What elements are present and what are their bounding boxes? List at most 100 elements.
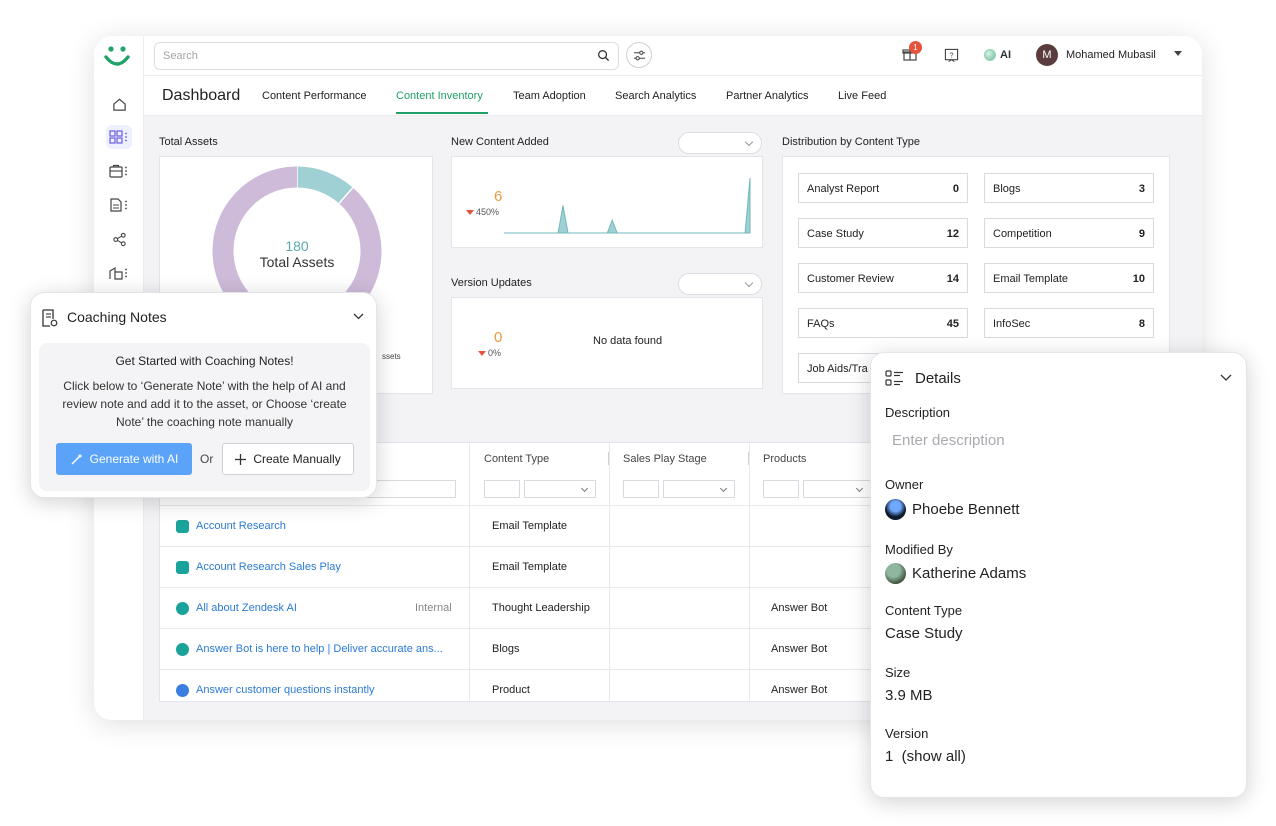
coaching-notes-card: Coaching Notes Get Started with Coaching… — [30, 292, 377, 498]
dashboard-icon[interactable] — [106, 125, 132, 149]
asset-title-link[interactable]: Answer Bot is here to help | Deliver acc… — [196, 643, 458, 655]
distribution-count: 9 — [1138, 228, 1145, 240]
document-icon[interactable] — [106, 193, 132, 217]
down-arrow-icon — [466, 210, 474, 216]
generate-with-ai-label: Generate with AI — [89, 452, 179, 466]
version-value[interactable]: 1 (show all) — [885, 748, 966, 765]
version-updates-panel: 0 0% No data found — [451, 297, 763, 389]
ai-toggle[interactable]: AI — [984, 49, 1011, 61]
ai-orb-icon — [984, 49, 996, 61]
table-row[interactable]: Account Research Email Template — [160, 505, 880, 546]
briefcase-icon[interactable] — [106, 159, 132, 183]
modified-by-name[interactable]: Katherine Adams — [912, 565, 1026, 582]
new-content-value: 6 — [494, 188, 503, 205]
distribution-label: InfoSec — [993, 318, 1031, 330]
distribution-count: 12 — [946, 228, 959, 240]
building-icon[interactable] — [106, 261, 132, 285]
table-row[interactable]: All about Zendesk AI Internal Thought Le… — [160, 587, 880, 628]
distribution-item[interactable]: Case Study 12 — [798, 218, 968, 248]
distribution-count: 14 — [946, 273, 959, 285]
table-row[interactable]: Answer customer questions instantly Prod… — [160, 669, 880, 710]
version-updates-change: 0% — [478, 348, 501, 358]
distribution-item[interactable]: Analyst Report 0 — [798, 173, 968, 203]
sales-play-filter-select[interactable] — [663, 480, 735, 498]
sliders-icon — [633, 50, 645, 60]
filter-settings-button[interactable] — [626, 42, 652, 68]
header-separator — [608, 452, 609, 465]
asset-title-link[interactable]: All about Zendesk AI — [196, 602, 408, 614]
products-filter-select[interactable] — [803, 480, 871, 498]
distribution-label: Customer Review — [807, 273, 894, 285]
donut-segment-0[interactable] — [296, 166, 353, 204]
version-updates-period-dropdown[interactable] — [678, 273, 762, 295]
asset-title-link[interactable]: Account Research Sales Play — [196, 561, 458, 573]
no-data-message: No data found — [593, 335, 663, 347]
app-logo[interactable] — [102, 42, 132, 72]
asset-title-link[interactable]: Account Research — [196, 520, 458, 532]
header-content-type[interactable]: Content Type — [484, 453, 549, 465]
chevron-down-icon[interactable] — [1220, 374, 1232, 382]
coaching-empty-state: Get Started with Coaching Notes! Click b… — [39, 343, 370, 491]
size-value: 3.9 MB — [885, 687, 933, 704]
coaching-description: Click below to ‘Generate Note’ with the … — [62, 379, 347, 429]
description-input[interactable]: Enter description — [892, 432, 1005, 449]
create-manually-label: Create Manually — [253, 452, 341, 466]
distribution-count: 8 — [1138, 318, 1145, 330]
content-type-label: Content Type — [885, 603, 963, 618]
asset-title-link[interactable]: Answer customer questions instantly — [196, 684, 458, 696]
distribution-title: Distribution by Content Type — [782, 136, 920, 148]
distribution-label: Competition — [993, 228, 1052, 240]
tab-content-performance[interactable]: Content Performance — [262, 90, 367, 102]
distribution-item[interactable]: Blogs 3 — [984, 173, 1154, 203]
tab-search-analytics[interactable]: Search Analytics — [615, 90, 696, 102]
tab-live-feed[interactable]: Live Feed — [838, 90, 886, 102]
owner-label: Owner — [885, 477, 924, 492]
new-content-panel: 6 450% — [451, 156, 763, 248]
donut-legend-fragment: ssets — [382, 352, 401, 361]
search-icon[interactable] — [597, 49, 610, 62]
dashboard-nav: Dashboard Content Performance Content In… — [144, 76, 1202, 116]
tab-partner-analytics[interactable]: Partner Analytics — [726, 90, 809, 102]
header-products[interactable]: Products — [763, 453, 806, 465]
home-icon[interactable] — [106, 92, 132, 116]
content-type-value: Case Study — [885, 625, 963, 642]
distribution-item[interactable]: FAQs 45 — [798, 308, 968, 338]
distribution-item[interactable]: Competition 9 — [984, 218, 1154, 248]
distribution-item[interactable]: InfoSec 8 — [984, 308, 1154, 338]
header-sales-play-stage[interactable]: Sales Play Stage — [623, 453, 707, 465]
coaching-heading: Get Started with Coaching Notes! — [115, 354, 294, 368]
distribution-item[interactable]: Email Template 10 — [984, 263, 1154, 293]
details-list-icon — [885, 370, 903, 386]
create-manually-button[interactable]: Create Manually — [222, 443, 354, 475]
user-name[interactable]: Mohamed Mubasil — [1066, 49, 1156, 61]
owner-name[interactable]: Phoebe Bennett — [912, 501, 1020, 518]
details-title: Details — [915, 370, 961, 387]
products-filter-operator[interactable] — [763, 480, 799, 498]
version-updates-title: Version Updates — [451, 277, 532, 289]
search-input[interactable]: Search — [154, 42, 619, 70]
new-content-area-chart — [504, 177, 751, 234]
notification-badge: 1 — [909, 41, 922, 54]
or-separator: Or — [200, 452, 214, 466]
table-row[interactable]: Answer Bot is here to help | Deliver acc… — [160, 628, 880, 669]
globe-icon — [176, 643, 189, 656]
total-assets-label: Total Assets — [259, 254, 335, 270]
chevron-down-icon[interactable] — [353, 313, 364, 320]
help-icon[interactable]: ? — [944, 48, 959, 63]
new-content-period-dropdown[interactable] — [678, 132, 762, 154]
ai-label: AI — [1000, 49, 1011, 61]
tab-content-inventory[interactable]: Content Inventory — [396, 90, 483, 102]
active-tab-indicator — [396, 112, 488, 114]
page-title: Dashboard — [162, 87, 241, 104]
version-label: Version — [885, 726, 929, 741]
content-type-filter-operator[interactable] — [484, 480, 520, 498]
content-type-filter-select[interactable] — [524, 480, 596, 498]
table-row[interactable]: Account Research Sales Play Email Templa… — [160, 546, 880, 587]
generate-with-ai-button[interactable]: Generate with AI — [56, 443, 192, 475]
distribution-item[interactable]: Customer Review 14 — [798, 263, 968, 293]
share-icon[interactable] — [106, 227, 132, 251]
caret-down-icon[interactable] — [1174, 51, 1182, 56]
tab-team-adoption[interactable]: Team Adoption — [513, 90, 586, 102]
sales-play-filter-operator[interactable] — [623, 480, 659, 498]
user-avatar[interactable]: M — [1036, 44, 1058, 66]
